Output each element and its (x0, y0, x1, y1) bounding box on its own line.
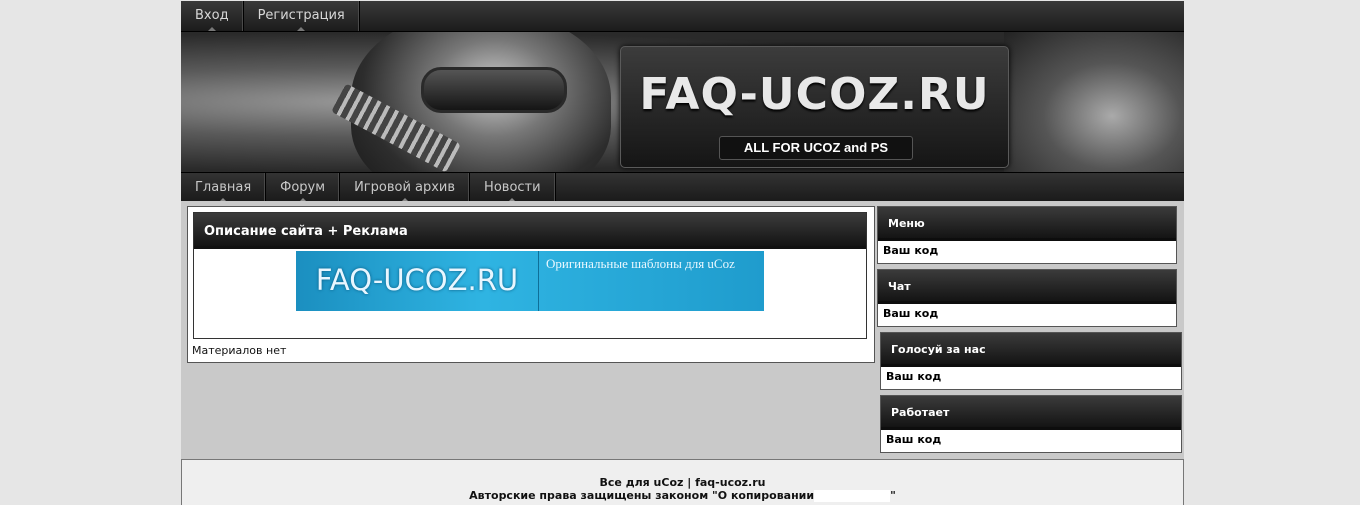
logo-title: FAQ-UCOZ.RU (639, 69, 990, 120)
nav-item-home[interactable]: Главная (181, 173, 267, 202)
nav-item-forum[interactable]: Форум (266, 173, 341, 202)
site-logo[interactable]: FAQ-UCOZ.RU ALL FOR UCOZ and PS (620, 46, 1009, 168)
top-bar: Вход Регистрация (181, 1, 1184, 32)
content-area: Описание сайта + Реклама FAQ-UCOZ.RU Ори… (181, 201, 1184, 459)
sidebar-block-title: Чат (878, 270, 1176, 304)
sidebar-block-vote: Голосуй за нас Ваш код (880, 332, 1182, 390)
sidebar-block-title: Меню (878, 207, 1176, 241)
goggles-image (421, 67, 567, 113)
page-wrapper: Вход Регистрация FAQ-UCOZ.RU ALL FOR UCO… (181, 0, 1184, 505)
sidebar-block-menu: Меню Ваш код (877, 206, 1177, 264)
logo-subtitle: ALL FOR UCOZ and PS (719, 136, 913, 160)
sidebar-block-body: Ваш код (886, 433, 942, 446)
main-nav: Главная Форум Игровой архив Новости (181, 172, 1184, 202)
nav-item-game-archive[interactable]: Игровой архив (340, 173, 471, 202)
copyright-blank (814, 490, 891, 502)
ad-banner[interactable]: FAQ-UCOZ.RU Оригинальные шаблоны для uCo… (296, 251, 764, 311)
footer-copyright: Авторские права защищены законом "О копи… (182, 489, 1183, 502)
copyright-text: Авторские права защищены законом "О копи… (469, 489, 815, 502)
login-link[interactable]: Вход (181, 1, 244, 31)
banner-right-image (1004, 32, 1184, 172)
sidebar-block-chat: Чат Ваш код (877, 269, 1177, 327)
site-description-block: Описание сайта + Реклама FAQ-UCOZ.RU Ори… (193, 212, 867, 339)
sidebar-block-title: Работает (881, 396, 1181, 430)
no-materials-text: Материалов нет (192, 344, 287, 357)
copyright-quote: " (890, 489, 896, 502)
nav-item-news[interactable]: Новости (470, 173, 556, 202)
sidebar-block-works: Работает Ваш код (880, 395, 1182, 453)
sidebar-block-body: Ваш код (886, 370, 942, 383)
footer-site-line: Все для uCoz | faq-ucoz.ru (599, 476, 766, 489)
sidebar-block-title: Голосуй за нас (881, 333, 1181, 367)
ad-text: Оригинальные шаблоны для uCoz (546, 256, 735, 271)
register-link[interactable]: Регистрация (244, 1, 360, 31)
block-title: Описание сайта + Реклама (194, 213, 866, 249)
sidebar-block-body: Ваш код (883, 244, 939, 257)
main-content: Описание сайта + Реклама FAQ-UCOZ.RU Ори… (187, 206, 875, 363)
header-banner: FAQ-UCOZ.RU ALL FOR UCOZ and PS (181, 32, 1184, 172)
ad-logo: FAQ-UCOZ.RU (296, 251, 539, 311)
footer: Все для uCoz | faq-ucoz.ru Авторские пра… (181, 459, 1184, 505)
sidebar-block-body: Ваш код (883, 307, 939, 320)
